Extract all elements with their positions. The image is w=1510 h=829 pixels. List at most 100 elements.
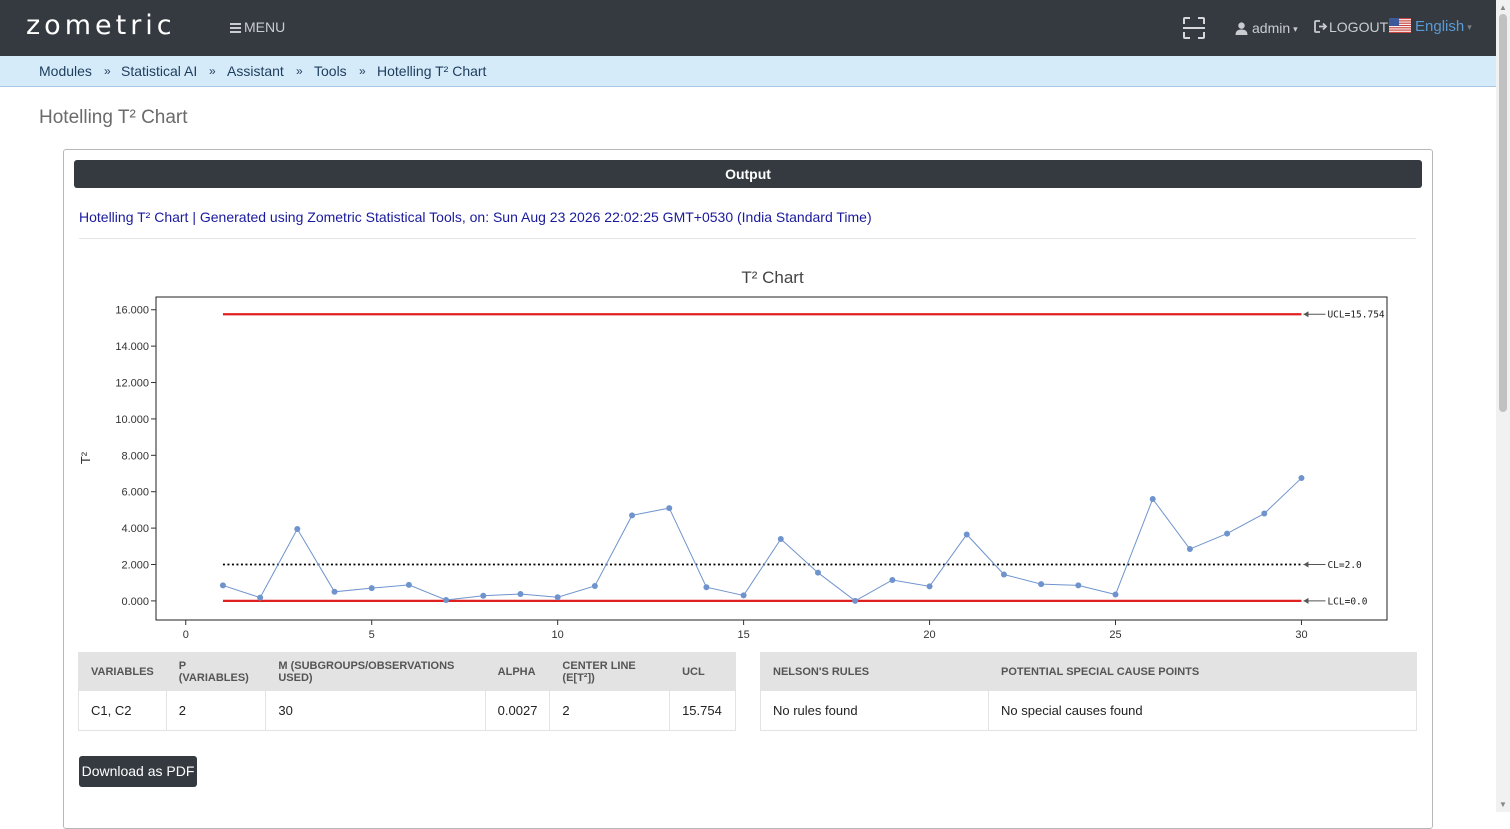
data-point bbox=[554, 594, 561, 601]
x-tick-label: 20 bbox=[923, 629, 935, 641]
data-point bbox=[1149, 495, 1156, 502]
scroll-up-arrow-icon[interactable]: ▲ bbox=[1499, 3, 1507, 12]
y-tick-label: 8.000 bbox=[121, 450, 149, 462]
x-tick-label: 30 bbox=[1295, 629, 1307, 641]
breadcrumb-separator: » bbox=[209, 64, 216, 78]
us-flag-icon bbox=[1389, 18, 1411, 33]
page-title: Hotelling T² Chart bbox=[39, 107, 188, 128]
table-header: P (VARIABLES) bbox=[165, 652, 267, 691]
table-header: M (SUBGROUPS/OBSERVATIONS USED) bbox=[265, 652, 486, 691]
logout-button[interactable]: LOGOUT bbox=[1314, 19, 1388, 35]
data-point bbox=[219, 582, 226, 589]
table-cell: 30 bbox=[265, 690, 486, 731]
data-point bbox=[1298, 475, 1305, 482]
menu-label: MENU bbox=[244, 19, 286, 35]
table-header: CENTER LINE (E[T²]) bbox=[549, 652, 671, 691]
x-tick-label: 10 bbox=[552, 629, 564, 641]
x-tick-label: 15 bbox=[737, 629, 749, 641]
data-point bbox=[703, 584, 710, 591]
scrollbar-thumb[interactable] bbox=[1499, 14, 1507, 412]
data-point bbox=[405, 581, 412, 588]
table-cell: No special causes found bbox=[988, 690, 1417, 731]
data-point bbox=[1186, 546, 1193, 553]
plot-area bbox=[155, 296, 1388, 621]
zometric-logo[interactable]: zometric bbox=[26, 10, 176, 41]
data-point bbox=[331, 588, 338, 595]
language-label: English bbox=[1415, 18, 1465, 35]
data-point bbox=[1224, 530, 1231, 537]
data-point bbox=[852, 597, 859, 604]
data-point bbox=[591, 582, 598, 589]
table-row: C1, C2 2 30 0.0027 2 15.754 bbox=[78, 690, 736, 731]
table-cell: C1, C2 bbox=[78, 690, 167, 731]
data-point bbox=[1000, 571, 1007, 578]
x-tick-label: 0 bbox=[183, 629, 189, 641]
y-axis-label: T² bbox=[80, 451, 93, 464]
user-menu-button[interactable]: admin ▾ bbox=[1235, 20, 1298, 36]
data-point bbox=[1038, 581, 1045, 588]
table-header: POTENTIAL SPECIAL CAUSE POINTS bbox=[988, 652, 1417, 691]
data-point bbox=[480, 592, 487, 599]
sign-out-icon bbox=[1314, 20, 1328, 33]
data-point bbox=[814, 569, 821, 576]
chart-title: T² Chart bbox=[741, 268, 804, 287]
data-point bbox=[963, 531, 970, 538]
breadcrumb-separator: » bbox=[104, 64, 111, 78]
table-cell: 0.0027 bbox=[484, 690, 551, 731]
user-icon bbox=[1235, 22, 1248, 35]
table-row: No rules found No special causes found bbox=[760, 690, 1417, 731]
hamburger-icon bbox=[230, 23, 241, 33]
table-cell: 2 bbox=[165, 690, 267, 731]
data-point bbox=[1075, 582, 1082, 589]
language-select[interactable]: English ▾ bbox=[1389, 18, 1472, 35]
y-tick-label: 14.000 bbox=[115, 341, 149, 353]
logout-label: LOGOUT bbox=[1329, 19, 1389, 35]
output-header: Output bbox=[74, 160, 1422, 188]
top-navbar: zometric MENU admin ▾ LOGOUT English ▾ bbox=[0, 0, 1496, 56]
breadcrumb-separator: » bbox=[359, 64, 366, 78]
breadcrumb-item-hotelling[interactable]: Hotelling T² Chart bbox=[377, 63, 486, 79]
control-line-label: UCL=15.754 bbox=[1327, 310, 1384, 321]
caret-down-icon: ▾ bbox=[1467, 22, 1472, 32]
summary-table: VARIABLES P (VARIABLES) M (SUBGROUPS/OBS… bbox=[78, 652, 736, 731]
table-header: VARIABLES bbox=[78, 652, 167, 691]
breadcrumb-item-tools[interactable]: Tools bbox=[314, 63, 347, 79]
table-header-row: VARIABLES P (VARIABLES) M (SUBGROUPS/OBS… bbox=[78, 652, 736, 691]
breadcrumb-separator: » bbox=[296, 64, 303, 78]
breadcrumb: Modules » Statistical AI » Assistant » T… bbox=[0, 56, 1496, 87]
data-point bbox=[443, 596, 450, 603]
control-line-label: CL=2.0 bbox=[1327, 560, 1362, 571]
table-cell: No rules found bbox=[760, 690, 989, 731]
data-point bbox=[368, 585, 375, 592]
table-header: NELSON'S RULES bbox=[760, 652, 989, 691]
y-tick-label: 6.000 bbox=[121, 487, 149, 499]
control-line-label: LCL=0.0 bbox=[1327, 596, 1367, 607]
data-point bbox=[740, 592, 747, 599]
generated-info-line: Hotelling T² Chart | Generated using Zom… bbox=[79, 209, 872, 225]
breadcrumb-item-assistant[interactable]: Assistant bbox=[227, 63, 284, 79]
table-cell: 15.754 bbox=[669, 690, 736, 731]
table-header: UCL bbox=[669, 652, 736, 691]
breadcrumb-item-statistical-ai[interactable]: Statistical AI bbox=[121, 63, 197, 79]
breadcrumb-item-modules[interactable]: Modules bbox=[39, 63, 92, 79]
y-tick-label: 12.000 bbox=[115, 378, 149, 390]
y-tick-label: 16.000 bbox=[115, 305, 149, 317]
data-point bbox=[889, 576, 896, 583]
data-point bbox=[294, 526, 301, 533]
table-header: ALPHA bbox=[484, 652, 551, 691]
table-cell: 2 bbox=[549, 690, 671, 731]
y-tick-label: 10.000 bbox=[115, 414, 149, 426]
scroll-down-arrow-icon[interactable]: ▼ bbox=[1499, 800, 1507, 809]
nelson-rules-table: NELSON'S RULES POTENTIAL SPECIAL CAUSE P… bbox=[760, 652, 1417, 731]
data-point bbox=[926, 583, 933, 590]
download-pdf-button[interactable]: Download as PDF bbox=[79, 756, 197, 787]
data-point bbox=[1112, 591, 1119, 598]
t2-chart[interactable]: 0.000 2.000 4.000 6.000 8.000 10.000 12.000 14.… bbox=[80, 290, 1400, 650]
x-tick-label: 25 bbox=[1109, 629, 1121, 641]
fullscreen-scan-button[interactable] bbox=[1182, 16, 1206, 40]
y-tick-label: 0.000 bbox=[121, 596, 149, 608]
data-point bbox=[777, 536, 784, 543]
table-header-row: NELSON'S RULES POTENTIAL SPECIAL CAUSE P… bbox=[760, 652, 1417, 691]
menu-button[interactable]: MENU bbox=[230, 19, 285, 35]
data-point bbox=[629, 512, 636, 519]
